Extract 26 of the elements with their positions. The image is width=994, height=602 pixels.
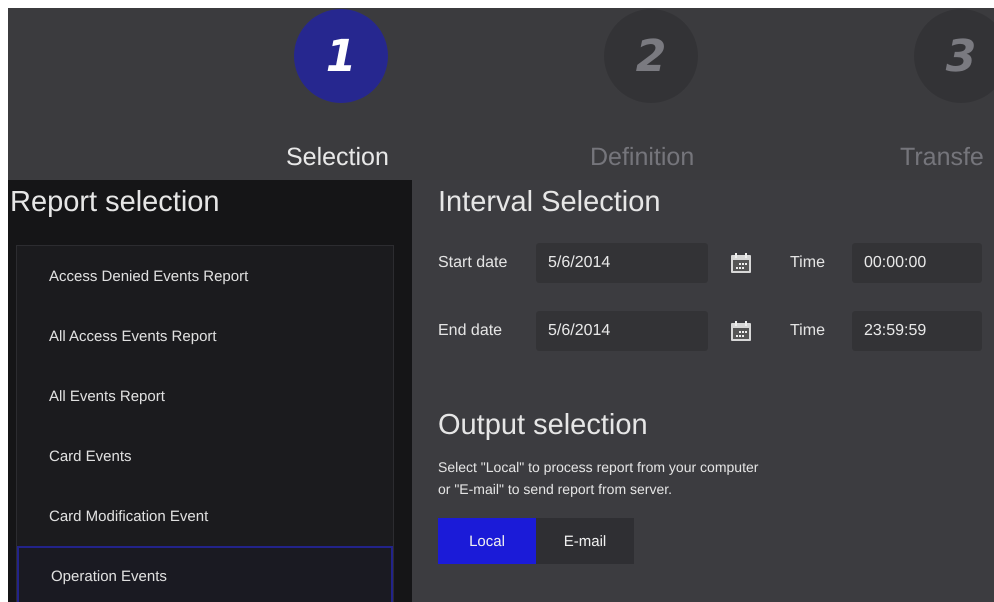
calendar-icon[interactable] (730, 320, 752, 342)
time-field[interactable]: 23:59:59 (852, 311, 982, 351)
field-label: Start date (438, 254, 508, 272)
step-label: Transfe (900, 143, 984, 172)
description-text: Select "Local" to process report from your computer or "E-mail" to send report from server. (438, 458, 760, 499)
step-number[interactable]: 1 (294, 9, 388, 103)
step-label: Definition (590, 143, 694, 172)
date-field[interactable]: 5/6/2014 (536, 311, 708, 351)
report-item[interactable]: All Access Events Report (17, 306, 393, 366)
output-option[interactable]: E-mail (536, 518, 634, 564)
output-option[interactable]: Local (438, 518, 536, 564)
section-title: Report selection (9, 186, 221, 219)
section-title: Output selection (438, 409, 649, 442)
report-item[interactable]: Operation Events (17, 546, 393, 602)
report-item[interactable]: Card Events (17, 426, 393, 486)
field-label: End date (438, 322, 504, 340)
section-title: Interval Selection (438, 186, 662, 219)
step-label: Selection (286, 143, 389, 172)
date-field[interactable]: 5/6/2014 (536, 243, 708, 283)
report-item[interactable]: All Events Report (17, 366, 393, 426)
time-field[interactable]: 00:00:00 (852, 243, 982, 283)
report-item[interactable]: Access Denied Events Report (17, 246, 393, 306)
report-item[interactable]: Card Modification Event (17, 486, 393, 546)
field-label: Time (790, 254, 826, 272)
calendar-icon[interactable] (730, 252, 752, 274)
field-label: Time (790, 322, 826, 340)
